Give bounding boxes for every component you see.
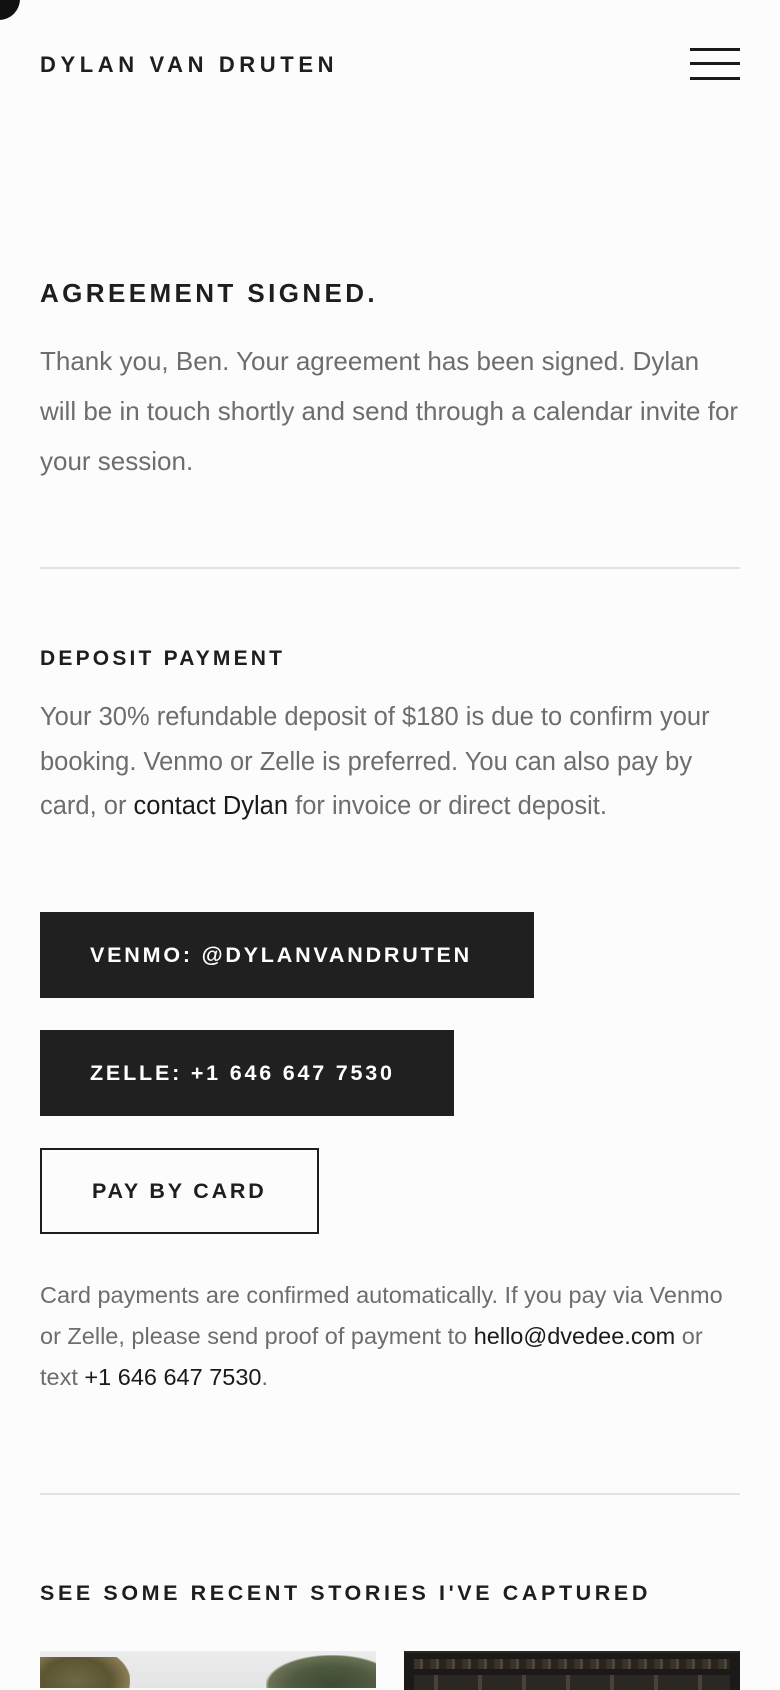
ornament-image-detail [414, 1659, 730, 1669]
agreement-message: Thank you, Ben. Your agreement has been … [40, 346, 739, 476]
payment-note: Card payments are confirmed automaticall… [40, 1275, 740, 1398]
note-text-end: . [261, 1364, 269, 1390]
hamburger-menu-icon[interactable] [690, 48, 740, 82]
deposit-title: DEPOSIT PAYMENT [40, 647, 286, 670]
email-link[interactable]: hello@dvedee.com [474, 1323, 676, 1349]
menu-bar-bottom [690, 77, 740, 80]
menu-bar-middle [690, 62, 740, 65]
tree-image-detail [266, 1655, 376, 1688]
section-divider-2 [40, 1493, 740, 1495]
brand-logo-text[interactable]: DYLAN VAN DRUTEN [40, 52, 338, 78]
corner-decoration [0, 0, 20, 20]
story-thumbnail-1[interactable] [40, 1651, 376, 1688]
phone-link[interactable]: +1 646 647 7530 [84, 1364, 261, 1390]
tree-image-detail [40, 1657, 130, 1688]
menu-bar-top [690, 48, 740, 51]
pay-by-card-button[interactable]: PAY BY CARD [40, 1148, 319, 1234]
agreement-title: AGREEMENT SIGNED. [40, 278, 379, 308]
site-header: DYLAN VAN DRUTEN [40, 48, 740, 88]
venmo-button[interactable]: VENMO: @DYLANVANDRUTEN [40, 912, 534, 998]
deposit-text-end: for invoice or direct deposit. [288, 792, 607, 820]
contact-dylan-link[interactable]: contact Dylan [134, 792, 289, 820]
stories-title: SEE SOME RECENT STORIES I'VE CAPTURED [40, 1581, 651, 1605]
story-thumbnail-2[interactable] [404, 1651, 740, 1690]
zelle-button[interactable]: ZELLE: +1 646 647 7530 [40, 1030, 454, 1116]
deposit-description: Your 30% refundable deposit of $180 is d… [40, 695, 740, 829]
section-divider [40, 567, 740, 569]
